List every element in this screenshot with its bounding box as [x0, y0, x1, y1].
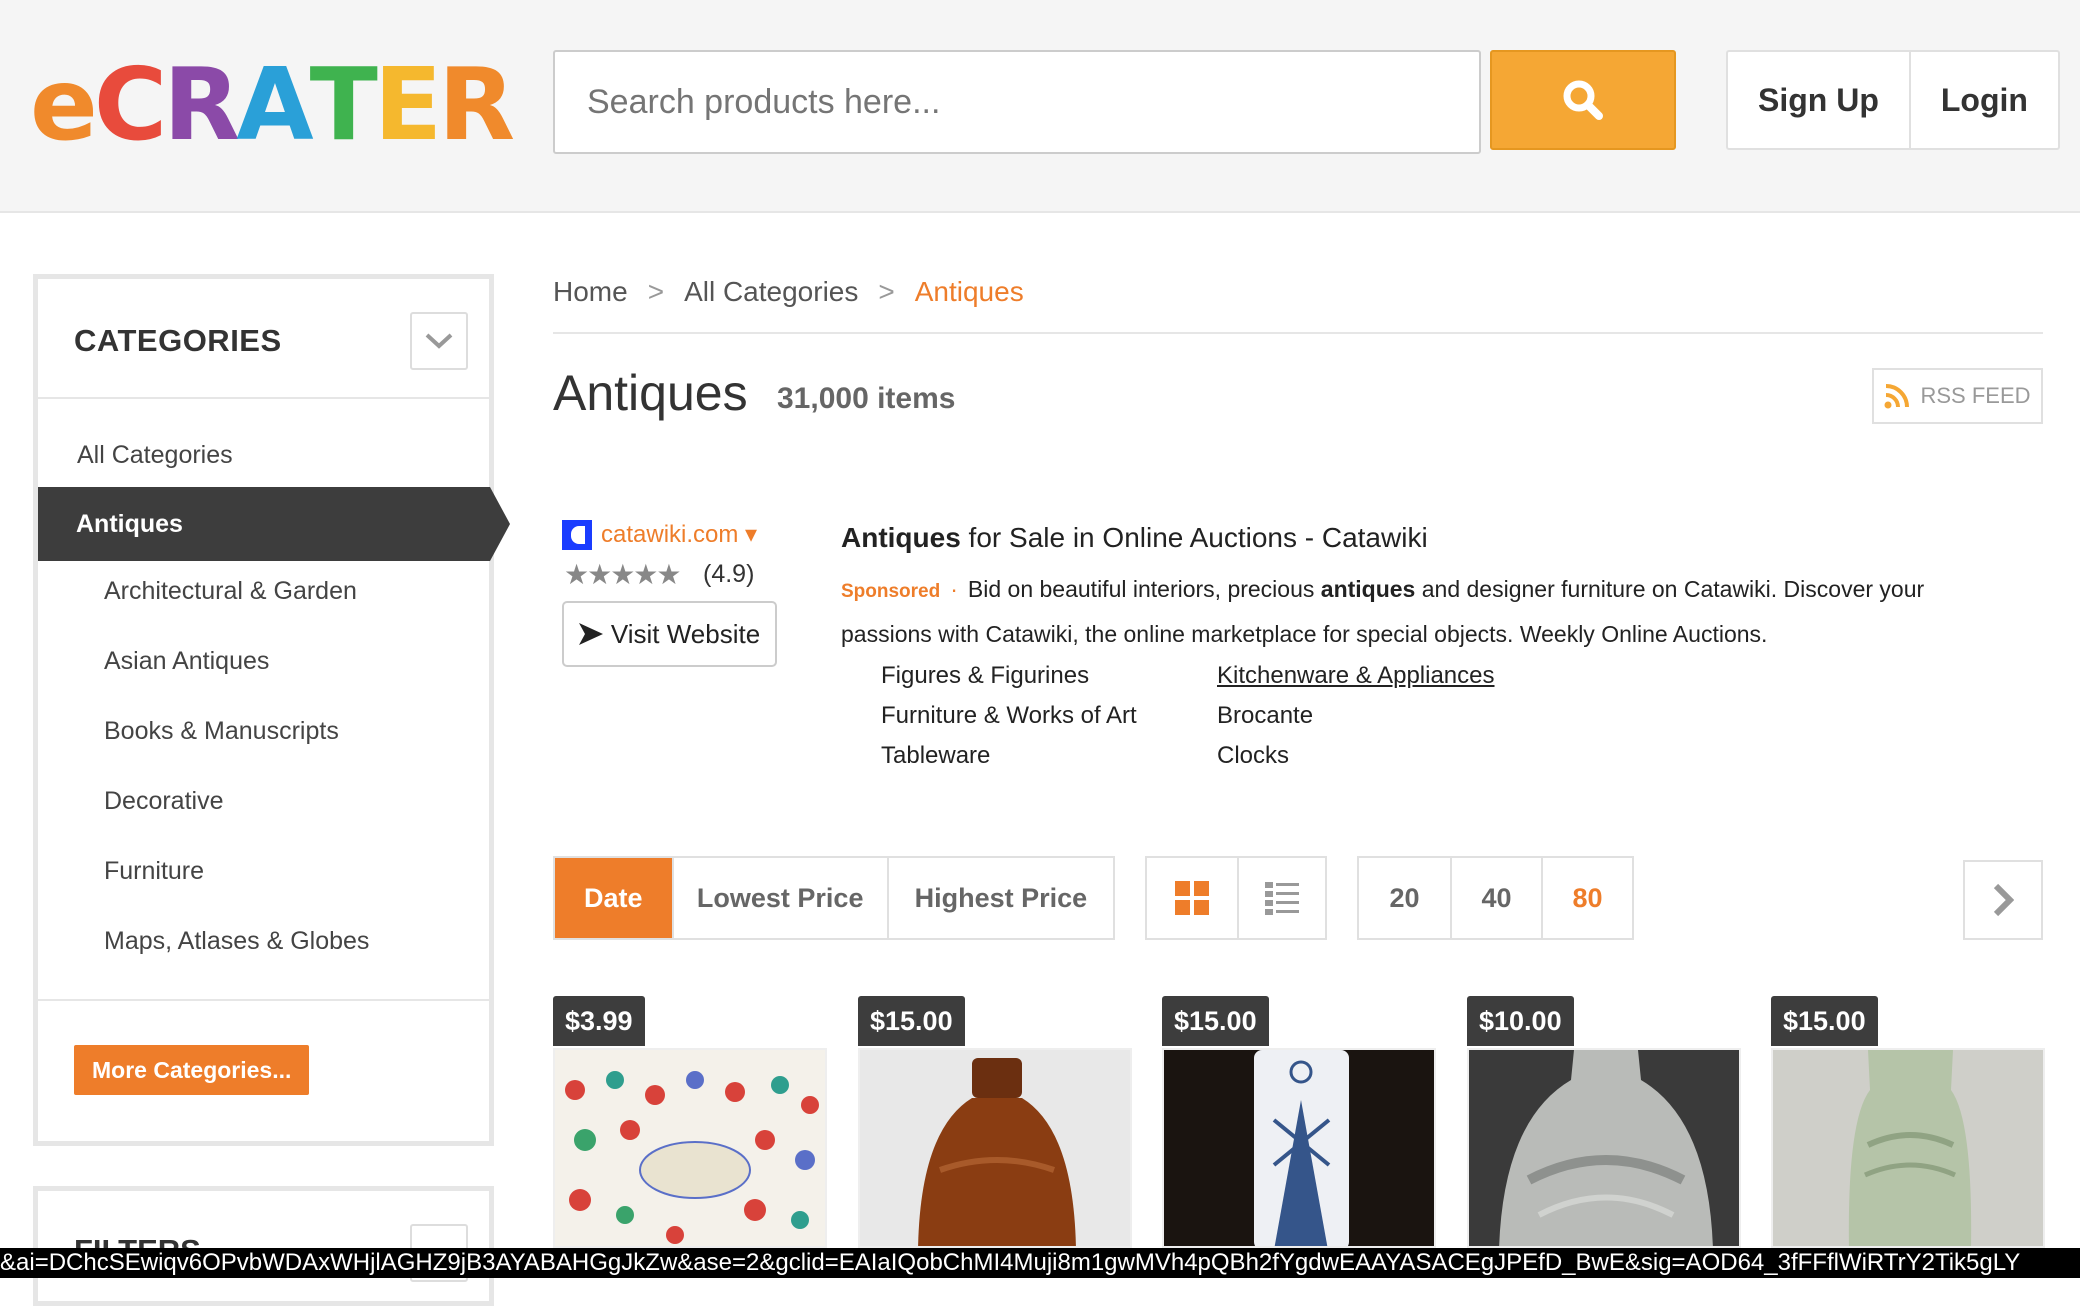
category-decorative[interactable]: Decorative: [104, 787, 556, 816]
sponsored-label: Sponsored: [841, 581, 941, 602]
ad-headline[interactable]: Antiques for Sale in Online Auctions - C…: [841, 522, 1428, 554]
sign-up-button[interactable]: Sign Up: [1728, 52, 1909, 148]
categories-toggle-button[interactable]: [410, 312, 468, 370]
product-price: $15.00: [858, 996, 965, 1046]
breadcrumb-separator: >: [878, 276, 895, 307]
search-box: [553, 50, 1481, 154]
product-price: $15.00: [1771, 996, 1878, 1046]
ad-sitelink[interactable]: Tableware: [881, 742, 990, 770]
auth-buttons: Sign Up Login: [1726, 50, 2060, 150]
ad-sitelink[interactable]: Figures & Figurines: [881, 662, 1089, 690]
ad-description: Sponsored · Bid on beautiful interiors, pr…: [841, 568, 2011, 655]
view-toggle: [1145, 856, 1327, 940]
status-bar-url: &ai=DChcSEwiqv6OPvbWDAxWHjlAGHZ9jB3AYABA…: [0, 1248, 2080, 1278]
logo-letter: C: [93, 46, 167, 163]
grid-view-button[interactable]: [1147, 858, 1237, 938]
search-button[interactable]: [1490, 50, 1676, 150]
per-page-options: 20 40 80: [1357, 856, 1634, 940]
next-page-button[interactable]: [1963, 860, 2043, 940]
page-title: Antiques: [553, 365, 748, 421]
rss-icon: [1884, 384, 1910, 409]
product-image[interactable]: [1467, 1048, 1741, 1248]
logo-letter: R: [163, 46, 240, 163]
search-input[interactable]: [555, 52, 1479, 152]
per-page-20-button[interactable]: 20: [1359, 858, 1450, 938]
item-count: 31,000 items: [777, 382, 956, 415]
ad-dot: ·: [950, 576, 958, 602]
sort-options: Date Lowest Price Highest Price: [553, 856, 1115, 940]
search-icon: [1563, 80, 1603, 120]
ad-domain-link[interactable]: catawiki.com ▾: [601, 520, 757, 549]
star-rating-icon: ★★★★★: [564, 559, 682, 590]
category-antiques-active[interactable]: Antiques: [38, 487, 490, 561]
ad-rating: (4.9): [703, 560, 755, 588]
category-asian-antiques[interactable]: Asian Antiques: [104, 647, 556, 676]
logo-letter: E: [373, 46, 442, 163]
categories-footer: More Categories...: [38, 999, 490, 1141]
list-icon: [1265, 882, 1299, 915]
categories-panel: CATEGORIES All Categories Antiques Archi…: [33, 274, 510, 1146]
per-page-80-button[interactable]: 80: [1541, 858, 1632, 938]
breadcrumb-separator: >: [647, 276, 665, 307]
more-categories-button[interactable]: More Categories...: [74, 1045, 310, 1095]
arrow-right-icon: [578, 623, 603, 645]
ad-headline-text: for Sale in Online Auctions - Catawiki: [960, 522, 1428, 553]
site-header: eCRATER Sign Up Login: [0, 0, 2080, 213]
logo-letter: T: [309, 46, 378, 163]
catawiki-favicon-icon: [562, 520, 592, 550]
rss-label: RSS FEED: [1920, 383, 2031, 408]
logo-letter: R: [438, 46, 515, 163]
filters-panel: FILTERS: [33, 1186, 494, 1306]
categories-header: CATEGORIES: [38, 279, 489, 399]
chevron-right-icon: [1993, 883, 2014, 917]
chevron-down-icon: [425, 333, 453, 349]
product-image[interactable]: [858, 1048, 1132, 1248]
product-image[interactable]: [1162, 1048, 1436, 1248]
product-price: $15.00: [1162, 996, 1269, 1046]
visit-website-label: Visit Website: [610, 618, 761, 649]
list-view-button[interactable]: [1237, 858, 1325, 938]
sort-highest-price-button[interactable]: Highest Price: [886, 858, 1113, 938]
ad-sitelink[interactable]: Kitchenware & Appliances: [1217, 662, 1495, 690]
login-button[interactable]: Login: [1908, 52, 2058, 148]
product-price: $3.99: [553, 996, 645, 1046]
grid-icon: [1175, 881, 1209, 915]
product-image[interactable]: [1771, 1048, 2045, 1248]
per-page-40-button[interactable]: 40: [1450, 858, 1541, 938]
category-architectural-garden[interactable]: Architectural & Garden: [104, 577, 556, 606]
product-price: $10.00: [1467, 996, 1574, 1046]
logo-letter: e: [30, 46, 98, 163]
ad-desc-bold: antiques: [1320, 576, 1416, 602]
ad-sitelink[interactable]: Clocks: [1217, 742, 1289, 770]
category-all[interactable]: All Categories: [77, 441, 529, 470]
category-furniture[interactable]: Furniture: [104, 857, 556, 886]
ad-desc-part: Bid on beautiful interiors, precious: [967, 576, 1321, 602]
breadcrumb-all-categories[interactable]: All Categories: [684, 276, 858, 308]
ad-headline-bold: Antiques: [841, 522, 961, 553]
breadcrumb-home[interactable]: Home: [553, 276, 628, 308]
ad-sitelink[interactable]: Brocante: [1217, 702, 1313, 730]
category-maps-atlases-globes[interactable]: Maps, Atlases & Globes: [104, 927, 556, 956]
category-books-manuscripts[interactable]: Books & Manuscripts: [104, 717, 556, 746]
logo-letter: A: [236, 46, 313, 163]
sort-date-button[interactable]: Date: [555, 858, 672, 938]
ecrater-logo[interactable]: eCRATER: [30, 46, 515, 163]
ad-sitelink[interactable]: Furniture & Works of Art: [881, 702, 1137, 730]
product-image[interactable]: [553, 1048, 827, 1248]
breadcrumb-current[interactable]: Antiques: [915, 276, 1024, 308]
visit-website-button[interactable]: Visit Website: [562, 601, 777, 667]
breadcrumb: Home > All Categories > Antiques: [553, 276, 1024, 308]
breadcrumb-divider: [553, 332, 2043, 334]
active-category-arrow: [490, 487, 510, 561]
categories-title: CATEGORIES: [74, 323, 282, 358]
sort-lowest-price-button[interactable]: Lowest Price: [671, 858, 887, 938]
rss-feed-button[interactable]: RSS FEED: [1872, 368, 2043, 424]
